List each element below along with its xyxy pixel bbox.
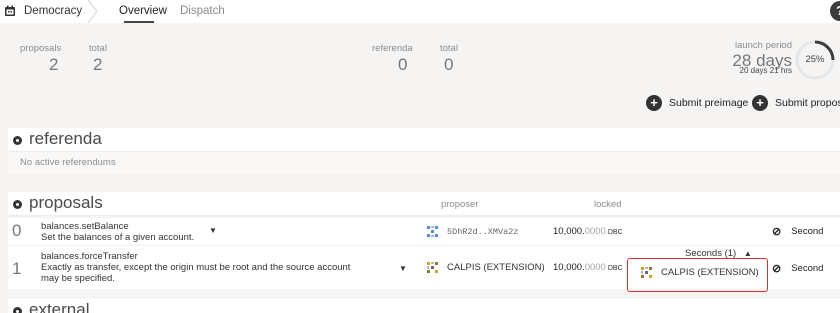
second-button[interactable]: ⊘ Second — [772, 225, 823, 238]
referenda-value: 0 — [398, 55, 408, 74]
identicon — [427, 262, 438, 273]
section-democracy[interactable]: Democracy — [4, 3, 82, 19]
proposals-value: 2 — [49, 55, 59, 74]
help-icon[interactable]: ? — [830, 1, 840, 21]
locked-decimal: 0000 — [584, 262, 606, 273]
proposer-name: CALPIS (EXTENSION) — [447, 262, 545, 273]
active-tab-indicator — [124, 21, 154, 23]
referenda-label: referenda — [372, 43, 413, 54]
locked-unit: DBC — [607, 229, 623, 236]
section-label: Democracy — [24, 5, 83, 17]
link-icon: ⊘ — [772, 263, 782, 275]
calendar-icon — [5, 5, 15, 16]
referenda-total-value: 0 — [444, 55, 454, 74]
locked-decimal: 0000 — [584, 226, 606, 237]
referenda-title: referenda — [29, 129, 102, 148]
highlight-annotation-box — [627, 258, 768, 292]
proposal-index: 0 — [12, 221, 22, 240]
locked-amount: 10,000.0000 DBC — [553, 262, 623, 273]
proposals-label: proposals — [20, 43, 62, 54]
proposals-total-value: 2 — [93, 55, 103, 74]
submit-proposal-button[interactable]: + Submit proposal — [752, 94, 840, 111]
referenda-section-header: referenda — [8, 128, 840, 152]
link-icon: ⊘ — [772, 226, 782, 238]
table-row: 0 balances.setBalance Set the balances o… — [8, 217, 840, 245]
column-proposer: proposer — [441, 199, 479, 210]
chevron-right-icon — [87, 0, 98, 23]
second-label: Second — [791, 263, 824, 274]
external-title: external — [29, 300, 90, 313]
submit-preimage-button[interactable]: + Submit preimage — [646, 94, 748, 111]
section-bullet-icon — [13, 136, 22, 145]
launch-progress-label: 25% — [805, 54, 825, 65]
proposal-description: Exactly as transfer, except the origin m… — [41, 262, 351, 284]
proposal-call: balances.forceTransfer — [41, 251, 138, 262]
locked-unit: DBC — [607, 265, 623, 272]
external-section-header: external — [8, 299, 840, 313]
plus-icon: + — [646, 94, 662, 111]
proposer-address[interactable]: 5DhR2d..XMVa2z — [427, 226, 518, 237]
proposals-section-header: proposals — [8, 192, 840, 216]
referenda-total-label: total — [440, 43, 458, 54]
section-bullet-icon — [13, 307, 22, 313]
proposals-title: proposals — [29, 193, 103, 212]
proposal-description: Set the balances of a given account. — [41, 232, 195, 243]
section-bullet-icon — [13, 200, 22, 209]
column-locked: locked — [594, 199, 622, 210]
submit-proposal-label: Submit proposal — [775, 96, 840, 109]
submit-preimage-label: Submit preimage — [669, 96, 749, 109]
caret-up-icon: ▲ — [743, 249, 752, 258]
launch-period-label: launch period — [734, 40, 792, 51]
tab-overview[interactable]: Overview — [119, 5, 167, 17]
second-button[interactable]: ⊘ Second — [772, 262, 823, 275]
proposer-address[interactable]: CALPIS (EXTENSION) — [427, 262, 545, 273]
proposal-call: balances.setBalance — [41, 221, 129, 232]
tab-dispatch[interactable]: Dispatch — [180, 5, 225, 17]
top-nav: Democracy Overview Dispatch ? — [0, 0, 840, 23]
proposer-name: 5DhR2d..XMVa2z — [447, 226, 519, 237]
proposals-total-label: total — [89, 43, 107, 54]
locked-amount: 10,000.0000 DBC — [553, 226, 623, 237]
second-label: Second — [791, 226, 824, 237]
expand-caret-down-icon[interactable]: ▼ — [399, 264, 407, 273]
locked-integer: 10,000. — [553, 226, 585, 237]
launch-period-detail: 20 days 21 hrs — [739, 66, 792, 75]
identicon — [427, 226, 438, 237]
locked-integer: 10,000. — [553, 262, 585, 273]
expand-caret-down-icon[interactable]: ▼ — [209, 226, 217, 235]
proposal-index: 1 — [12, 259, 22, 278]
plus-icon: + — [752, 94, 768, 111]
referenda-empty-message: No active referendums — [8, 152, 840, 174]
